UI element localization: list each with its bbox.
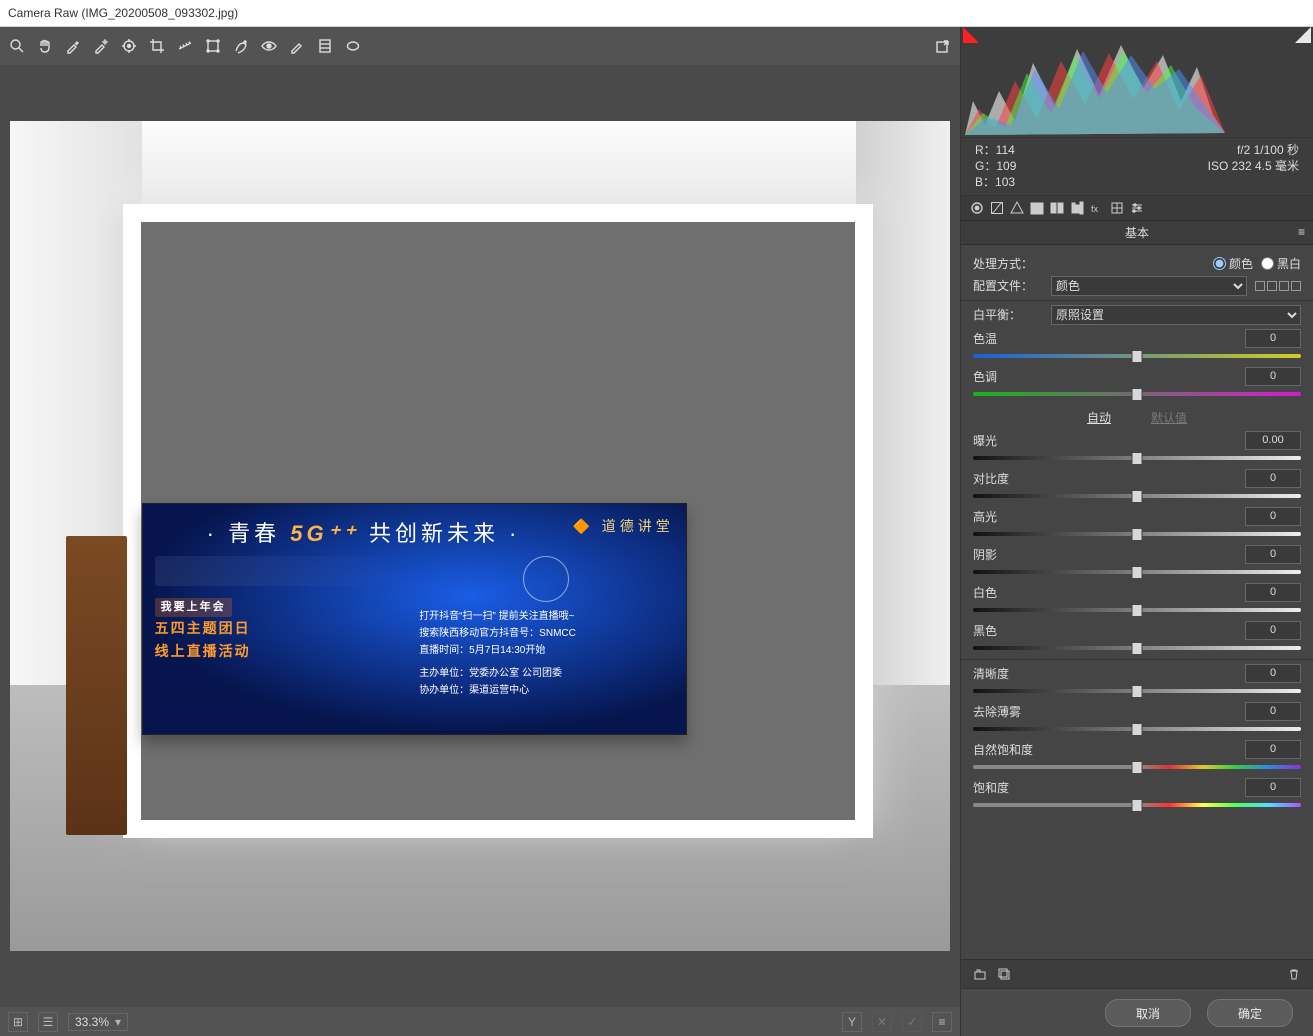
profile-browser-icon[interactable] [1255, 281, 1301, 291]
side-bottom-strip [961, 959, 1313, 988]
filmstrip-menu-icon[interactable]: ≡ [932, 1012, 952, 1032]
highlight-clip-icon[interactable] [1295, 27, 1311, 43]
cancel-button[interactable]: 取消 [1105, 999, 1191, 1027]
trash-icon[interactable] [1285, 965, 1303, 983]
svg-text:fx: fx [1091, 204, 1099, 214]
preview-bottombar: ⊞ ☰ 33.3%▾ Y ✕ ✓ ≡ [0, 1007, 960, 1036]
ok-button[interactable]: 确定 [1207, 999, 1293, 1027]
tab-presets-icon[interactable] [1127, 199, 1147, 217]
main-pane: · 青春 5G⁺⁺ 共创新未来 · 🔶 道德讲堂 我要上年会 五四主题团日 线上… [0, 27, 960, 1036]
tint-slider[interactable]: 色调0 [973, 367, 1301, 399]
tab-calib-icon[interactable] [1107, 199, 1127, 217]
histogram[interactable] [961, 27, 1313, 137]
toggle-split-icon[interactable]: ☰ [38, 1012, 58, 1032]
panel-title: 基本 ≡ [961, 221, 1313, 245]
whites-slider[interactable]: 白色0 [973, 583, 1301, 615]
wb-select[interactable]: 原照设置 [1051, 305, 1301, 325]
profile-select[interactable]: 颜色 [1051, 276, 1247, 296]
treatment-color-radio[interactable]: 颜色 [1213, 255, 1253, 272]
toggle-grid-icon[interactable]: ⊞ [8, 1012, 28, 1032]
tab-detail-icon[interactable] [1007, 199, 1027, 217]
vibrance-slider[interactable]: 自然饱和度0 [973, 740, 1301, 772]
basic-section: 处理方式： 颜色 黑白 配置文件： 颜色 白平衡： 原照设置 色温0 色调0 [961, 245, 1313, 818]
app-body: · 青春 5G⁺⁺ 共创新未来 · 🔶 道德讲堂 我要上年会 五四主题团日 线上… [0, 27, 1313, 1036]
saturation-slider[interactable]: 饱和度0 [973, 778, 1301, 810]
wb-eyedropper-icon[interactable] [62, 35, 84, 57]
panel-tabs: fx [961, 196, 1313, 221]
auto-button[interactable]: 自动 [1087, 409, 1111, 426]
export-icon[interactable] [932, 35, 954, 57]
spot-removal-icon[interactable] [230, 35, 252, 57]
tab-lens-icon[interactable] [1067, 199, 1087, 217]
mark-pick-icon[interactable]: ✓ [902, 1012, 922, 1032]
snapshot-new-icon[interactable] [971, 965, 989, 983]
tab-hsl-icon[interactable] [1027, 199, 1047, 217]
led-screen: · 青春 5G⁺⁺ 共创新未来 · 🔶 道德讲堂 我要上年会 五四主题团日 线上… [142, 503, 687, 735]
graduated-filter-icon[interactable] [314, 35, 336, 57]
redeye-tool-icon[interactable] [258, 35, 280, 57]
info-readout: R：114 G：109 B：103 f/2 1/100 秒 ISO 232 4.… [961, 137, 1313, 196]
zoom-tool-icon[interactable] [6, 35, 28, 57]
contrast-slider[interactable]: 对比度0 [973, 469, 1301, 501]
side-panel: R：114 G：109 B：103 f/2 1/100 秒 ISO 232 4.… [960, 27, 1313, 1036]
crop-tool-icon[interactable] [146, 35, 168, 57]
preview-image: · 青春 5G⁺⁺ 共创新未来 · 🔶 道德讲堂 我要上年会 五四主题团日 线上… [10, 121, 950, 951]
adjust-brush-icon[interactable] [286, 35, 308, 57]
tab-split-icon[interactable] [1047, 199, 1067, 217]
zoom-level[interactable]: 33.3%▾ [68, 1013, 128, 1031]
tab-basic-icon[interactable] [967, 199, 987, 217]
target-adjust-icon[interactable] [118, 35, 140, 57]
mark-reject-icon[interactable]: ✕ [872, 1012, 892, 1032]
clarity-slider[interactable]: 清晰度0 [973, 664, 1301, 696]
preview-area[interactable]: · 青春 5G⁺⁺ 共创新未来 · 🔶 道德讲堂 我要上年会 五四主题团日 线上… [0, 65, 960, 1007]
hand-tool-icon[interactable] [34, 35, 56, 57]
tool-toolbar [0, 27, 960, 65]
color-sampler-icon[interactable] [90, 35, 112, 57]
blacks-slider[interactable]: 黑色0 [973, 621, 1301, 653]
window-title: Camera Raw (IMG_20200508_093302.jpg) [8, 6, 238, 20]
snapshot-copy-icon[interactable] [995, 965, 1013, 983]
dialog-footer: 取消 确定 [961, 988, 1313, 1036]
dehaze-slider[interactable]: 去除薄雾0 [973, 702, 1301, 734]
tab-curve-icon[interactable] [987, 199, 1007, 217]
exposure-slider[interactable]: 曝光0.00 [973, 431, 1301, 463]
shadows-slider[interactable]: 阴影0 [973, 545, 1301, 577]
radial-filter-icon[interactable] [342, 35, 364, 57]
highlights-slider[interactable]: 高光0 [973, 507, 1301, 539]
before-after-icon[interactable]: Y [842, 1012, 862, 1032]
treatment-bw-radio[interactable]: 黑白 [1261, 255, 1301, 272]
window-titlebar: Camera Raw (IMG_20200508_093302.jpg) [0, 0, 1313, 27]
panel-menu-icon[interactable]: ≡ [1298, 225, 1305, 239]
straighten-tool-icon[interactable] [174, 35, 196, 57]
default-button[interactable]: 默认值 [1151, 409, 1187, 426]
temp-slider[interactable]: 色温0 [973, 329, 1301, 361]
tab-fx-icon[interactable]: fx [1087, 199, 1107, 217]
transform-tool-icon[interactable] [202, 35, 224, 57]
qr-circle-icon [523, 556, 569, 602]
